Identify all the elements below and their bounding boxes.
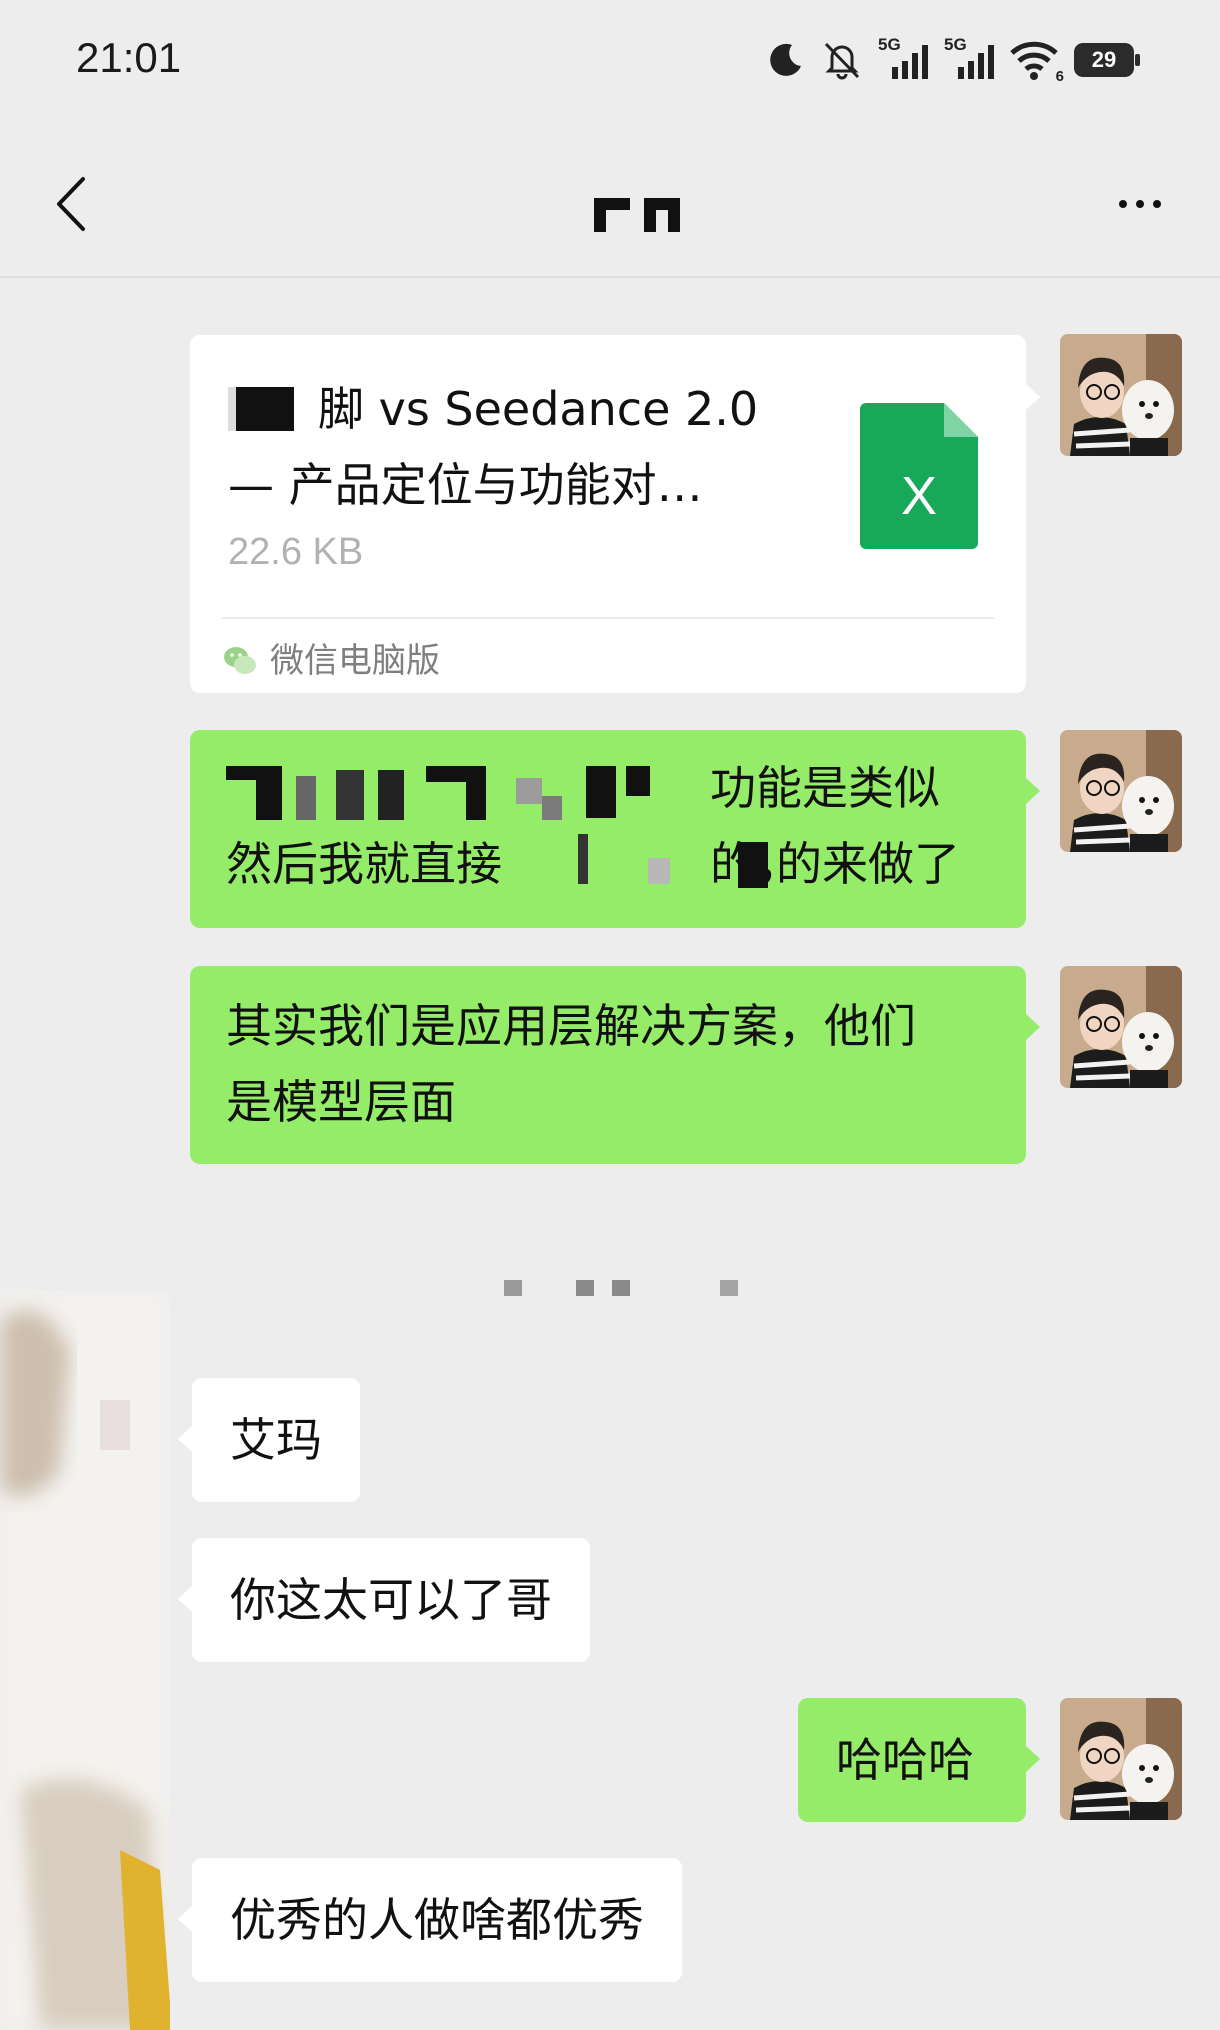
signal-2: 5G: [944, 35, 996, 81]
back-button[interactable]: [40, 172, 100, 236]
message-text: 优秀的人做啥都优秀: [230, 1893, 644, 1947]
moon-icon: [770, 43, 801, 76]
mute-bell-icon: [824, 42, 860, 80]
signal-1: 5G: [878, 35, 930, 81]
signal-bars-icon: [892, 45, 928, 79]
file-source: 微信电脑版: [270, 641, 440, 681]
message-text: 哈哈哈: [836, 1733, 974, 1787]
bubble-tail: [1026, 778, 1040, 804]
message-text: 你这太可以了哥: [230, 1573, 552, 1627]
wifi: 6: [1010, 39, 1064, 85]
bubble-tail: [1026, 1746, 1040, 1772]
message-line: 功能是类似的，: [226, 750, 990, 891]
more-dots-icon: [1119, 200, 1127, 208]
message-line: 然后我就直接 的来做了: [226, 826, 990, 902]
avatar-image: [1060, 1698, 1182, 1820]
file-message[interactable]: 脚 vs Seedance 2.0 — 产品定位与功能对… 22.6 KB X …: [190, 335, 1026, 693]
bubble-tail: [1026, 384, 1040, 410]
bubble-tail: [178, 1426, 192, 1452]
clock: 21:01: [76, 34, 182, 81]
bubble-tail: [178, 1586, 192, 1612]
redacted-timestamp: [500, 1276, 740, 1300]
wifi-badge: 6: [1055, 68, 1064, 85]
message-bubble[interactable]: 艾玛: [192, 1378, 360, 1502]
bubble-tail: [1026, 1014, 1040, 1040]
wifi-icon: [1010, 41, 1058, 80]
message-text: 是模型层面: [226, 1075, 456, 1129]
avatar-image: [1060, 966, 1182, 1088]
more-button[interactable]: [1100, 172, 1180, 236]
redacted-mosaic: [578, 834, 774, 890]
signal-bars-icon: [958, 45, 994, 79]
wechat-icon: [224, 647, 256, 674]
message-text: 其实我们是应用层解决方案，他们: [226, 999, 916, 1053]
battery-level: 29: [1091, 47, 1117, 72]
bubble-tail: [178, 1906, 192, 1932]
excel-icon-letter: X: [900, 466, 938, 526]
avatar-image: [1060, 730, 1182, 852]
message-bubble[interactable]: 功能是类似的， 然后我就直接 的来做了: [190, 730, 1026, 928]
avatar[interactable]: [1060, 1698, 1182, 1820]
file-name-redacted: [228, 387, 294, 431]
avatar[interactable]: [1060, 730, 1182, 852]
divider: [222, 617, 994, 619]
chevron-left-icon: [57, 177, 85, 231]
avatar[interactable]: [1060, 966, 1182, 1088]
status-bar: 21:01 5G 5G 6 29: [0, 0, 1220, 120]
message-bubble[interactable]: 你这太可以了哥: [192, 1538, 590, 1662]
file-name: 脚 vs Seedance 2.0 — 产品定位与功能对…: [228, 382, 759, 512]
status-icons: 5G 5G 6 29: [766, 35, 1140, 85]
chat-title-redacted: [590, 198, 680, 232]
message-bubble[interactable]: 哈哈哈: [798, 1698, 1026, 1822]
battery-icon: 29: [1074, 43, 1140, 77]
redacted-mosaic: [226, 766, 706, 820]
avatar-image: [1060, 334, 1182, 456]
message-bubble[interactable]: 优秀的人做啥都优秀: [192, 1858, 682, 1982]
contact-avatar-blurred[interactable]: [0, 1290, 170, 2030]
chat-header: [0, 150, 1220, 278]
message-text-suffix: 的来做了: [776, 837, 960, 891]
file-size: 22.6 KB: [228, 531, 364, 573]
message-text: 艾玛: [230, 1413, 322, 1467]
message-bubble[interactable]: 其实我们是应用层解决方案，他们 是模型层面: [190, 966, 1026, 1164]
avatar[interactable]: [1060, 334, 1182, 456]
message-text-prefix: 然后我就直接: [226, 837, 502, 891]
